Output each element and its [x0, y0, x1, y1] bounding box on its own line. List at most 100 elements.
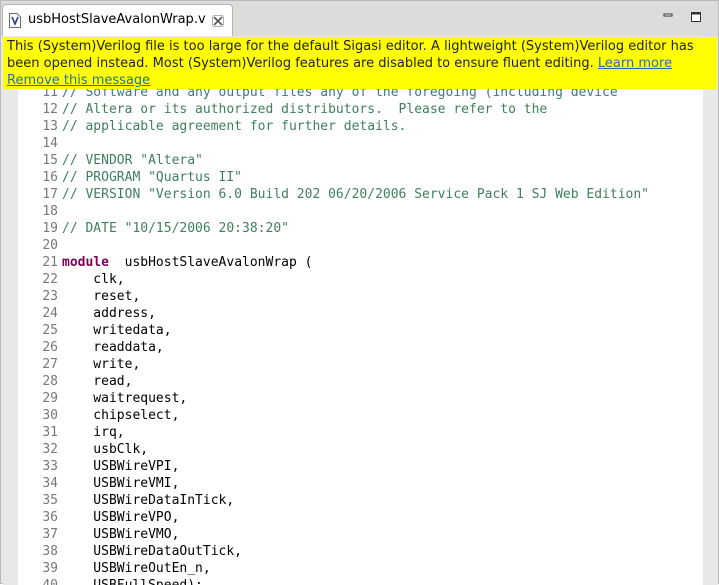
code-line[interactable]: 12 // Altera or its authorized distributo…: [18, 101, 703, 118]
line-number: 29: [42, 391, 58, 406]
line-text: module usbHostSlaveAvalonWrap (: [62, 254, 312, 271]
line-text: USBWireDataOutTick,: [62, 544, 243, 559]
line-number: 18: [42, 204, 58, 219]
code-line[interactable]: 16 // PROGRAM "Quartus II": [18, 169, 703, 186]
banner-message: This (System)Verilog file is too large f…: [7, 39, 694, 71]
line-number: 17: [42, 187, 58, 202]
line-text: // VENDOR "Altera": [62, 153, 203, 168]
line-number: 33: [42, 459, 58, 474]
line-number: 16: [42, 170, 58, 185]
line-number: 36: [42, 510, 58, 525]
line-number: 32: [42, 442, 58, 457]
keyword-module: module: [62, 255, 109, 270]
line-number: 12: [42, 102, 58, 117]
left-margin: [3, 89, 18, 585]
line-number: 23: [42, 289, 58, 304]
code-line[interactable]: 17 // VERSION "Version 6.0 Build 202 06/2…: [18, 186, 703, 203]
code-line[interactable]: 15 // VENDOR "Altera": [18, 152, 703, 169]
line-text: usbClk,: [62, 442, 149, 457]
line-text: irq,: [62, 425, 125, 440]
line-text: USBWireOutEn_n,: [62, 561, 211, 576]
line-number: 26: [42, 340, 58, 355]
code-line[interactable]: 36 USBWireVPO,: [18, 509, 703, 526]
code-line[interactable]: 22 clk,: [18, 271, 703, 288]
code-line[interactable]: 38 USBWireDataOutTick,: [18, 543, 703, 560]
close-icon[interactable]: [212, 15, 224, 27]
code-line[interactable]: 20: [18, 237, 703, 254]
verilog-file-icon: [9, 13, 21, 28]
line-number: 38: [42, 544, 58, 559]
code-line[interactable]: 32 usbClk,: [18, 441, 703, 458]
code-line[interactable]: 28 read,: [18, 373, 703, 390]
line-text: read,: [62, 374, 133, 389]
line-number: 28: [42, 374, 58, 389]
line-number: 13: [42, 119, 58, 134]
line-number: 24: [42, 306, 58, 321]
line-number: 21: [42, 255, 58, 270]
code-line[interactable]: 31 irq,: [18, 424, 703, 441]
line-number: 31: [42, 425, 58, 440]
code-line[interactable]: 33 USBWireVPI,: [18, 458, 703, 475]
line-number: 14: [42, 136, 58, 151]
tab-bar: usbHostSlaveAvalonWrap.v: [1, 1, 718, 36]
line-text: // Software and any output files any of …: [62, 89, 618, 100]
line-number: 11: [42, 89, 58, 100]
line-text: USBWireDataInTick,: [62, 493, 235, 508]
code-line[interactable]: 14: [18, 135, 703, 152]
line-text: writedata,: [62, 323, 172, 338]
learn-more-link[interactable]: Learn more: [598, 56, 672, 71]
code-line[interactable]: 29 waitrequest,: [18, 390, 703, 407]
code-line[interactable]: 25 writedata,: [18, 322, 703, 339]
line-text: // Altera or its authorized distributors…: [62, 102, 548, 117]
line-text: // DATE "10/15/2006 20:38:20": [62, 221, 289, 236]
minimize-icon[interactable]: [661, 10, 675, 24]
line-text: write,: [62, 357, 141, 372]
line-text: waitrequest,: [62, 391, 188, 406]
line-number: 35: [42, 493, 58, 508]
line-text: reset,: [62, 289, 141, 304]
maximize-icon[interactable]: [689, 10, 703, 24]
code-line[interactable]: 39 USBWireOutEn_n,: [18, 560, 703, 577]
large-file-banner: This (System)Verilog file is too large f…: [3, 37, 717, 89]
code-line[interactable]: 13 // applicable agreement for further de…: [18, 118, 703, 135]
code-line[interactable]: 21 module usbHostSlaveAvalonWrap (: [18, 254, 703, 271]
line-number: 27: [42, 357, 58, 372]
editor-window: usbHostSlaveAvalonWrap.v This (System)Ve…: [0, 0, 719, 585]
line-number: 37: [42, 527, 58, 542]
line-text: USBWireVMO,: [62, 527, 180, 542]
line-text: // PROGRAM "Quartus II": [62, 170, 243, 185]
code-line[interactable]: 11 // Software and any output files any o…: [18, 89, 703, 101]
tab-title: usbHostSlaveAvalonWrap.v: [28, 12, 206, 27]
code-line[interactable]: 34 USBWireVMI,: [18, 475, 703, 492]
code-line[interactable]: 30 chipselect,: [18, 407, 703, 424]
tab-file[interactable]: usbHostSlaveAvalonWrap.v: [2, 4, 233, 36]
line-text: address,: [62, 306, 156, 321]
code-line[interactable]: 37 USBWireVMO,: [18, 526, 703, 543]
line-text: // applicable agreement for further deta…: [62, 119, 407, 134]
code-editor[interactable]: 11 // Software and any output files any o…: [18, 89, 703, 585]
code-line[interactable]: 26 readdata,: [18, 339, 703, 356]
line-number: 15: [42, 153, 58, 168]
line-text: USBWireVPI,: [62, 459, 180, 474]
line-text: // VERSION "Version 6.0 Build 202 06/20/…: [62, 187, 649, 202]
line-text: USBWireVMI,: [62, 476, 180, 491]
line-number: 22: [42, 272, 58, 287]
code-line[interactable]: 23 reset,: [18, 288, 703, 305]
code-line[interactable]: 35 USBWireDataInTick,: [18, 492, 703, 509]
right-margin: [703, 89, 718, 585]
line-text: clk,: [62, 272, 125, 287]
code-line[interactable]: 18: [18, 203, 703, 220]
line-number: 20: [42, 238, 58, 253]
line-text: USBWireVPO,: [62, 510, 180, 525]
remove-message-link[interactable]: Remove this message: [7, 73, 150, 88]
line-number: 25: [42, 323, 58, 338]
line-text: chipselect,: [62, 408, 180, 423]
code-line[interactable]: 27 write,: [18, 356, 703, 373]
line-text: readdata,: [62, 340, 164, 355]
code-line[interactable]: 24 address,: [18, 305, 703, 322]
module-declaration: usbHostSlaveAvalonWrap (: [108, 255, 313, 270]
code-line[interactable]: 19 // DATE "10/15/2006 20:38:20": [18, 220, 703, 237]
line-number: 39: [42, 561, 58, 576]
line-number: 19: [42, 221, 58, 236]
line-number: 30: [42, 408, 58, 423]
